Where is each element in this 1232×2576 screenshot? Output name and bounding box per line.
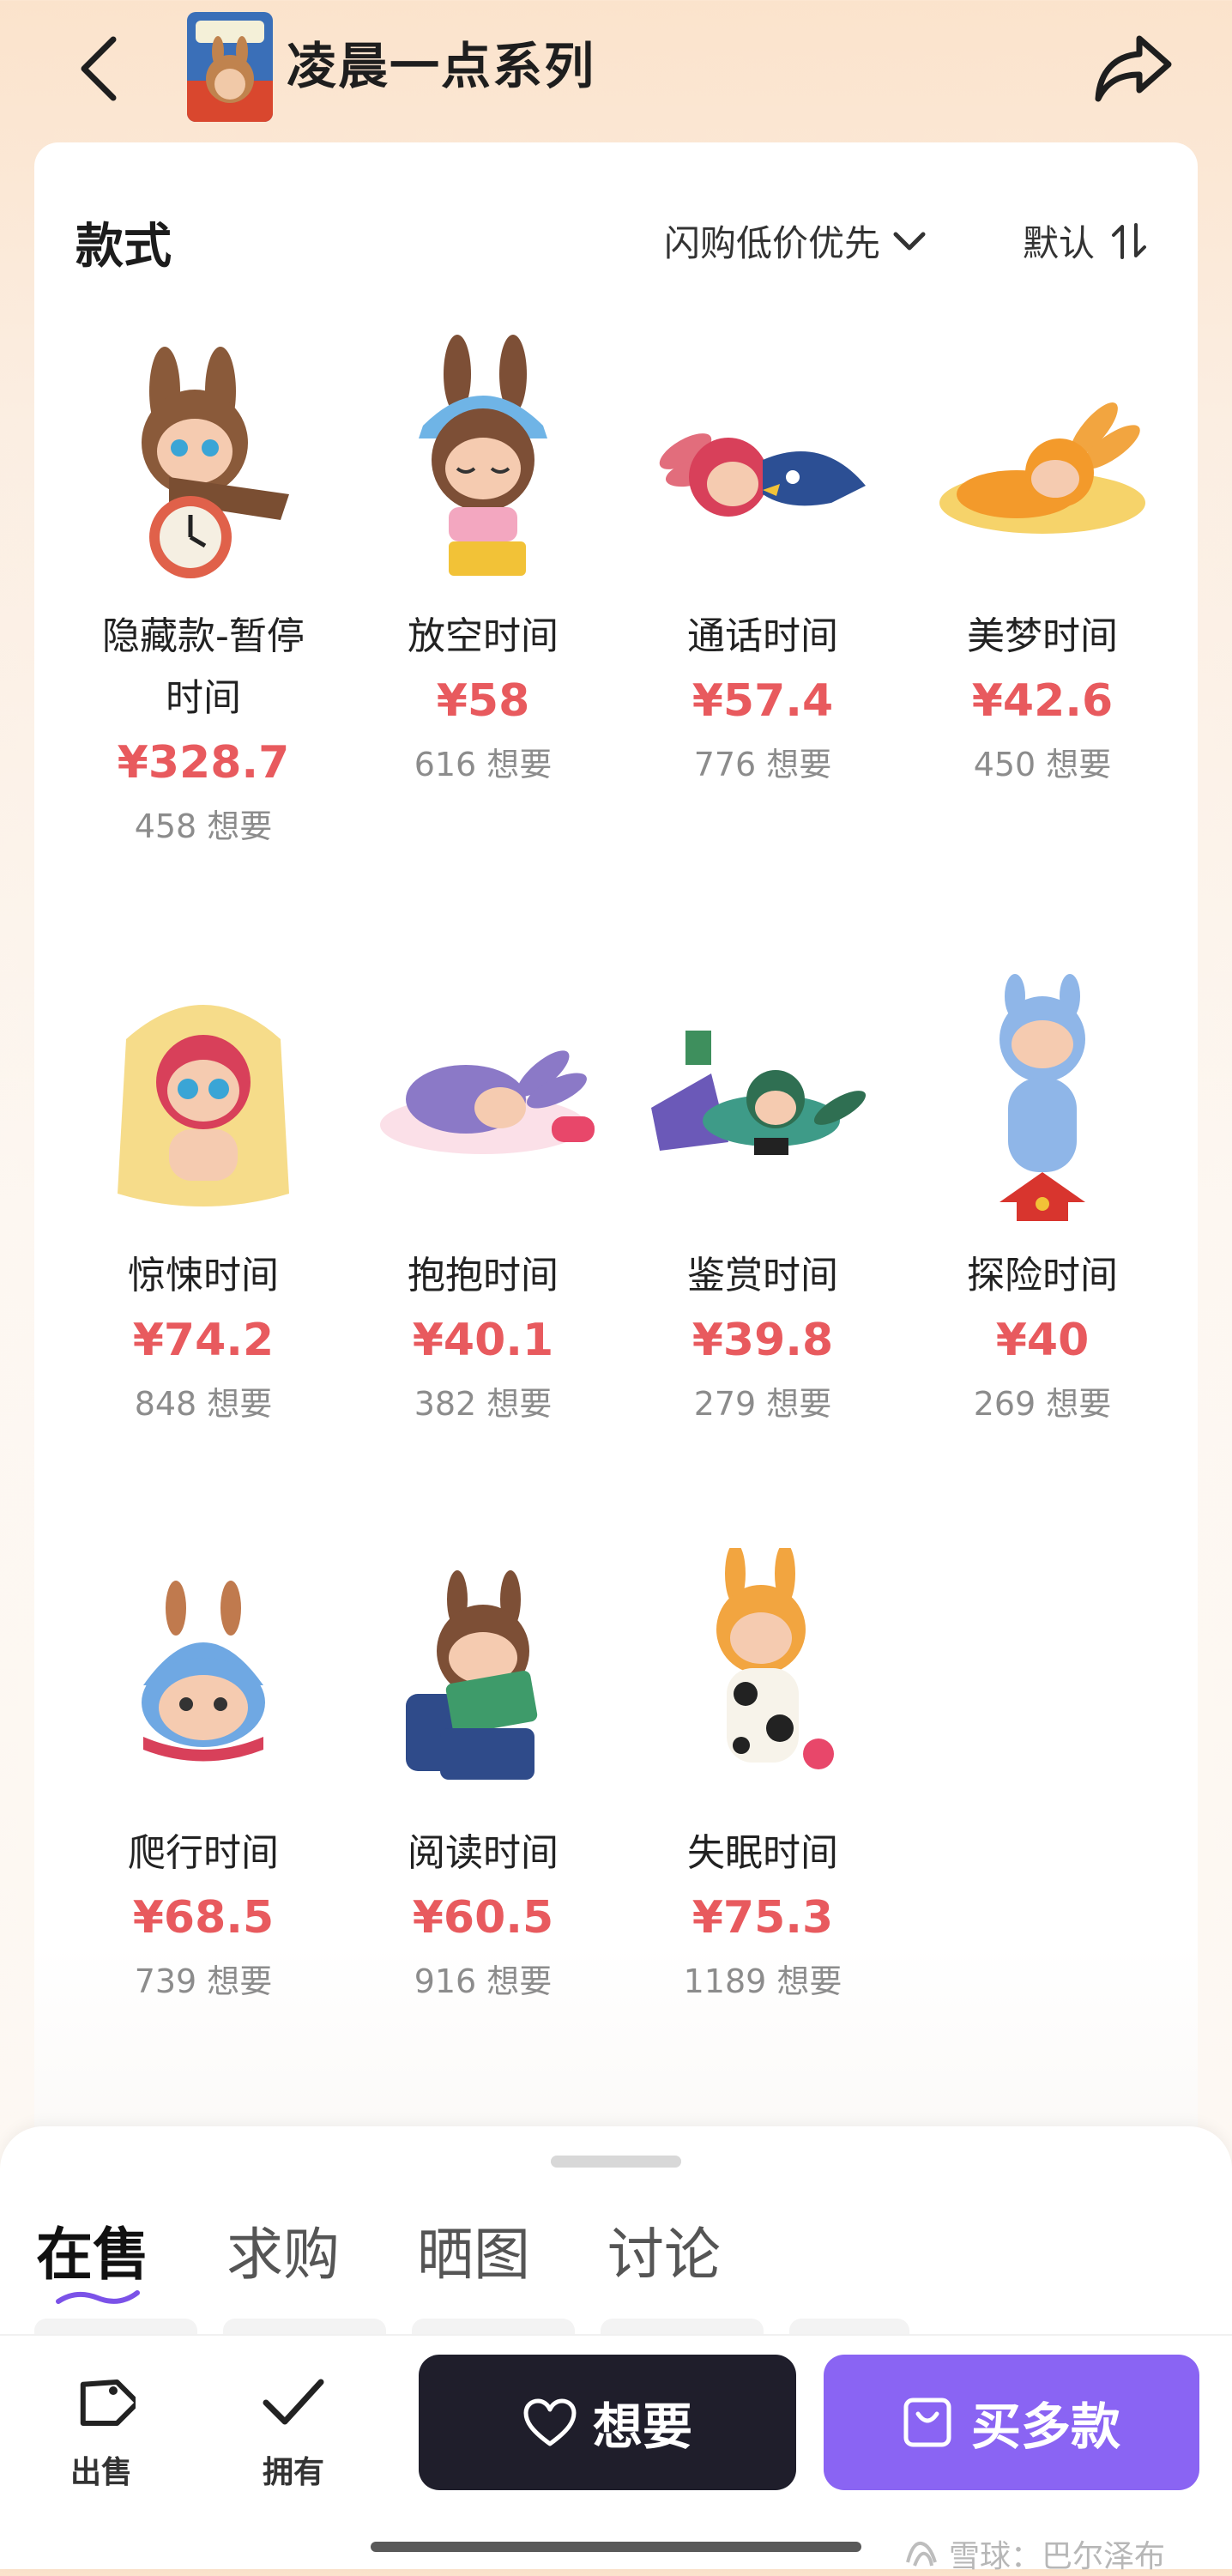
watermark: 雪球：巴尔泽布 [903, 2531, 1165, 2576]
back-button[interactable] [69, 30, 129, 107]
bottom-action-bar: 出售 拥有 想要 买多款 雪球：巴尔泽布 [0, 2334, 1232, 2574]
figure-name: 通话时间 [687, 614, 838, 658]
own-button[interactable]: 拥有 [242, 2368, 345, 2492]
figure-name: 惊悚时间 [128, 1254, 279, 1297]
figure-image [634, 971, 891, 1228]
figure-card-crawl[interactable]: 爬行时间 ¥68.5 739 想要 [63, 1548, 343, 2011]
figure-price: ¥68.5 [132, 1892, 275, 1944]
shopping-bag-icon [903, 2398, 951, 2447]
drag-handle[interactable] [551, 2156, 681, 2168]
figure-want-count: 450 想要 [973, 746, 1112, 783]
figure-name: 阅读时间 [408, 1831, 559, 1875]
want-label: 想要 [592, 2398, 692, 2456]
figure-want-count: 616 想要 [414, 746, 553, 783]
figure-name: 失眠时间 [687, 1831, 838, 1875]
figure-image [914, 971, 1171, 1228]
figure-price: ¥58 [436, 675, 530, 727]
page-title: 凌晨一点系列 [287, 37, 596, 95]
sort-toggle[interactable]: 默认 [1023, 215, 1148, 267]
figure-price: ¥74.2 [132, 1315, 275, 1366]
tab-label: 求购 [226, 2222, 340, 2288]
tab-discussion[interactable]: 讨论 [607, 2209, 721, 2291]
figure-card-reading[interactable]: 阅读时间 ¥60.5 916 想要 [343, 1548, 623, 2011]
figure-price: ¥42.6 [971, 675, 1114, 727]
buy-multiple-button[interactable]: 买多款 [824, 2355, 1199, 2490]
sell-label: 出售 [69, 2455, 132, 2490]
figure-name: 鉴赏时间 [687, 1254, 838, 1297]
figure-price: ¥75.3 [691, 1892, 834, 1944]
tab-on-sale[interactable]: 在售 [36, 2209, 149, 2304]
figure-card-zoning-out[interactable]: 放空时间 ¥58 616 想要 [343, 331, 623, 795]
figure-want-count: 776 想要 [693, 746, 832, 783]
watermark-text: 雪球：巴尔泽布 [949, 2539, 1166, 2574]
sell-button[interactable]: 出售 [50, 2368, 153, 2492]
filter-label: 闪购低价优先 [664, 222, 881, 264]
figure-want-count: 1189 想要 [683, 1962, 842, 2000]
figure-card-sweet-dream[interactable]: 美梦时间 ¥42.6 450 想要 [903, 331, 1182, 795]
tab-label: 在售 [36, 2222, 149, 2288]
figure-image [914, 331, 1171, 589]
own-label: 拥有 [262, 2455, 324, 2490]
figure-image [75, 1548, 332, 1805]
figure-want-count: 269 想要 [973, 1385, 1112, 1423]
snowball-logo-icon [906, 2541, 937, 2567]
figure-image [75, 971, 332, 1228]
figure-name: 爬行时间 [128, 1831, 279, 1875]
share-button[interactable] [1090, 26, 1175, 112]
checkmark-icon [263, 2379, 324, 2425]
figure-card-hidden-pause[interactable]: 隐藏款-暂停时间 ¥328.7 458 想要 [63, 331, 343, 856]
figure-image [634, 331, 891, 589]
active-tab-underline [56, 2290, 140, 2304]
flash-sale-filter-dropdown[interactable]: 闪购低价优先 [664, 215, 927, 267]
styles-heading: 款式 [75, 219, 172, 275]
figure-image [354, 971, 612, 1228]
heart-icon [523, 2398, 577, 2446]
figure-want-count: 382 想要 [414, 1385, 553, 1423]
styles-card: 款式 闪购低价优先 默认 隐藏款-暂停时间 ¥328.7 458 想要 放空时间… [34, 142, 1198, 2150]
figure-want-count: 279 想要 [693, 1385, 832, 1423]
figure-card-phone-call[interactable]: 通话时间 ¥57.4 776 想要 [623, 331, 903, 795]
tag-icon [80, 2379, 141, 2427]
figure-price: ¥40.1 [412, 1315, 554, 1366]
figure-name: 抱抱时间 [408, 1254, 559, 1297]
tab-label: 晒图 [417, 2222, 530, 2288]
figure-image [634, 1543, 891, 1805]
figure-image [354, 331, 612, 589]
sort-label: 默认 [1023, 222, 1096, 264]
sort-arrows-icon [1112, 222, 1147, 259]
buy-label: 买多款 [970, 2398, 1120, 2456]
figure-want-count: 458 想要 [134, 807, 273, 845]
figure-card-thriller[interactable]: 惊悚时间 ¥74.2 848 想要 [63, 971, 343, 1434]
share-arrow-icon [1095, 35, 1172, 102]
top-bar: 凌晨一点系列 [0, 0, 1232, 137]
figure-card-appreciation[interactable]: 鉴赏时间 ¥39.8 279 想要 [623, 971, 903, 1434]
figure-name: 隐藏款-暂停时间 [102, 614, 305, 720]
figure-want-count: 916 想要 [414, 1962, 553, 2000]
tab-bar: 在售 求购 晒图 讨论 [36, 2209, 798, 2304]
figure-price: ¥39.8 [691, 1315, 834, 1366]
figure-want-count: 848 想要 [134, 1385, 273, 1423]
figure-image [354, 1548, 612, 1805]
figure-name: 探险时间 [967, 1254, 1118, 1297]
figure-image [75, 331, 332, 589]
figure-card-adventure[interactable]: 探险时间 ¥40 269 想要 [903, 971, 1182, 1434]
figure-card-insomnia[interactable]: 失眠时间 ¥75.3 1189 想要 [623, 1543, 903, 2011]
figure-price: ¥328.7 [117, 737, 290, 789]
figure-card-hug[interactable]: 抱抱时间 ¥40.1 382 想要 [343, 971, 623, 1434]
figure-price: ¥57.4 [691, 675, 834, 727]
tab-label: 讨论 [607, 2222, 721, 2288]
chevron-left-icon [81, 36, 117, 101]
tab-wanted[interactable]: 求购 [226, 2209, 340, 2291]
figure-price: ¥60.5 [412, 1892, 554, 1944]
series-thumbnail [187, 12, 273, 122]
figure-want-count: 739 想要 [134, 1962, 273, 2000]
figure-name: 放空时间 [408, 614, 559, 658]
home-indicator [371, 2542, 861, 2552]
figure-price: ¥40 [995, 1315, 1090, 1366]
figure-name: 美梦时间 [967, 614, 1118, 658]
tab-photos[interactable]: 晒图 [417, 2209, 530, 2291]
chevron-down-icon [893, 232, 926, 250]
want-button[interactable]: 想要 [419, 2355, 796, 2490]
